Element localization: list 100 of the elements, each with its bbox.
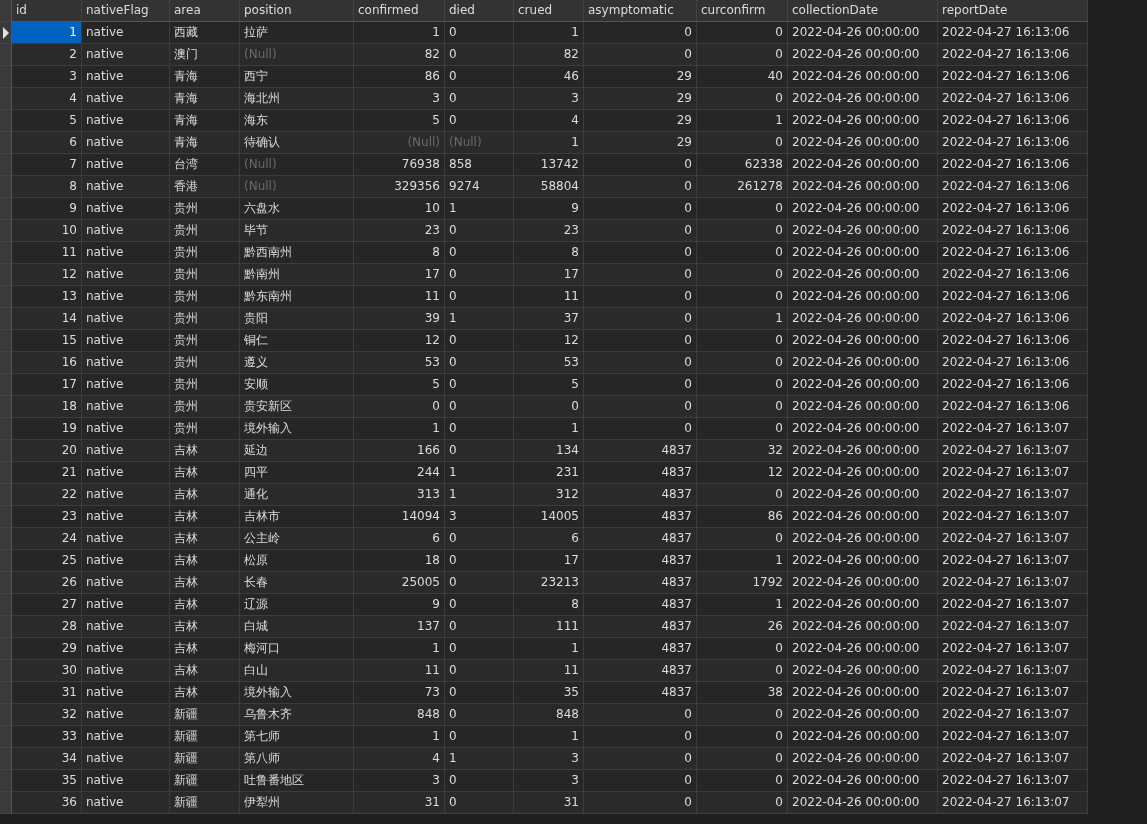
table-cell: 0 [584, 286, 697, 308]
table-cell: 15 [12, 330, 82, 352]
table-cell: 贵安新区 [240, 396, 354, 418]
table-cell: 2022-04-26 00:00:00 [788, 484, 938, 506]
table-cell: native [82, 506, 170, 528]
table-cell: 313 [354, 484, 445, 506]
table-cell: 2022-04-26 00:00:00 [788, 132, 938, 154]
table-cell: 0 [584, 242, 697, 264]
table-cell: 53 [354, 352, 445, 374]
table-cell: 2022-04-26 00:00:00 [788, 726, 938, 748]
table-cell: 39 [354, 308, 445, 330]
table-cell: 0 [445, 66, 514, 88]
table-cell: 0 [584, 726, 697, 748]
table-cell: 26 [12, 572, 82, 594]
table-cell: native [82, 418, 170, 440]
table-cell: 36 [12, 792, 82, 814]
table-cell: 17 [12, 374, 82, 396]
table-cell: native [82, 220, 170, 242]
table-cell: 0 [445, 726, 514, 748]
table-cell: 0 [697, 418, 788, 440]
table-cell: 2022-04-26 00:00:00 [788, 550, 938, 572]
table-cell: 0 [697, 704, 788, 726]
table-cell: 2022-04-27 16:13:06 [938, 176, 1088, 198]
table-cell: 2022-04-26 00:00:00 [788, 264, 938, 286]
column-header[interactable]: curconfirm [697, 0, 788, 22]
table-cell: 0 [445, 264, 514, 286]
table-cell: 0 [584, 748, 697, 770]
table-cell: 38 [697, 682, 788, 704]
table-cell: 新疆 [170, 770, 240, 792]
table-cell: 19 [12, 418, 82, 440]
table-cell: 2022-04-26 00:00:00 [788, 704, 938, 726]
table-cell: 4837 [584, 440, 697, 462]
table-cell: 白城 [240, 616, 354, 638]
table-cell: native [82, 44, 170, 66]
table-cell: 吉林市 [240, 506, 354, 528]
table-cell: 四平 [240, 462, 354, 484]
table-cell: 贵州 [170, 198, 240, 220]
table-cell: 4 [354, 748, 445, 770]
table-cell: 毕节 [240, 220, 354, 242]
table-cell: 0 [445, 594, 514, 616]
table-cell: 贵州 [170, 418, 240, 440]
table-cell: 4837 [584, 462, 697, 484]
table-cell: 0 [697, 330, 788, 352]
table-cell: 2022-04-26 00:00:00 [788, 330, 938, 352]
table-cell: 2022-04-27 16:13:06 [938, 308, 1088, 330]
table-cell: 通化 [240, 484, 354, 506]
table-cell: 贵州 [170, 308, 240, 330]
table-cell: 4837 [584, 616, 697, 638]
table-cell: 贵州 [170, 352, 240, 374]
column-header[interactable]: reportDate [938, 0, 1088, 22]
table-cell: 2022-04-26 00:00:00 [788, 110, 938, 132]
row-selector[interactable] [0, 22, 12, 44]
table-cell: 吉林 [170, 440, 240, 462]
table-cell: 2022-04-26 00:00:00 [788, 88, 938, 110]
table-cell: native [82, 308, 170, 330]
column-header[interactable]: position [240, 0, 354, 22]
table-cell: 3 [354, 770, 445, 792]
table-cell: 5 [514, 374, 584, 396]
table-cell: 2022-04-26 00:00:00 [788, 682, 938, 704]
column-header[interactable]: nativeFlag [82, 0, 170, 22]
table-cell: 青海 [170, 66, 240, 88]
column-header[interactable]: asymptomatic [584, 0, 697, 22]
table-cell: 23 [12, 506, 82, 528]
table-cell: native [82, 154, 170, 176]
column-header[interactable]: died [445, 0, 514, 22]
table-cell: 6 [354, 528, 445, 550]
column-header[interactable]: id [12, 0, 82, 22]
table-cell: 0 [697, 638, 788, 660]
table-cell: 17 [514, 264, 584, 286]
table-cell: native [82, 572, 170, 594]
column-header[interactable]: area [170, 0, 240, 22]
table-cell: 吉林 [170, 660, 240, 682]
table-cell: native [82, 462, 170, 484]
table-cell: 2022-04-27 16:13:06 [938, 198, 1088, 220]
table-cell: 0 [445, 396, 514, 418]
table-cell: 0 [697, 528, 788, 550]
table-cell: 22 [12, 484, 82, 506]
table-cell: 0 [584, 330, 697, 352]
table-cell: 吉林 [170, 616, 240, 638]
table-cell: 2022-04-26 00:00:00 [788, 220, 938, 242]
table-cell: 24 [12, 528, 82, 550]
table-cell: native [82, 770, 170, 792]
table-cell: 辽源 [240, 594, 354, 616]
table-cell: 澳门 [170, 44, 240, 66]
table-cell: 0 [697, 88, 788, 110]
table-cell: 12 [12, 264, 82, 286]
table-cell: 2022-04-27 16:13:06 [938, 352, 1088, 374]
table-cell: 4 [12, 88, 82, 110]
table-cell: 2022-04-27 16:13:06 [938, 286, 1088, 308]
table-cell: 0 [445, 660, 514, 682]
table-cell: 4837 [584, 506, 697, 528]
table-cell: 312 [514, 484, 584, 506]
column-header[interactable]: collectionDate [788, 0, 938, 22]
table-cell: 0 [584, 308, 697, 330]
table-cell: 134 [514, 440, 584, 462]
column-header[interactable]: crued [514, 0, 584, 22]
table-cell: 2022-04-26 00:00:00 [788, 748, 938, 770]
table-cell: native [82, 550, 170, 572]
table-cell: 西宁 [240, 66, 354, 88]
column-header[interactable]: confirmed [354, 0, 445, 22]
